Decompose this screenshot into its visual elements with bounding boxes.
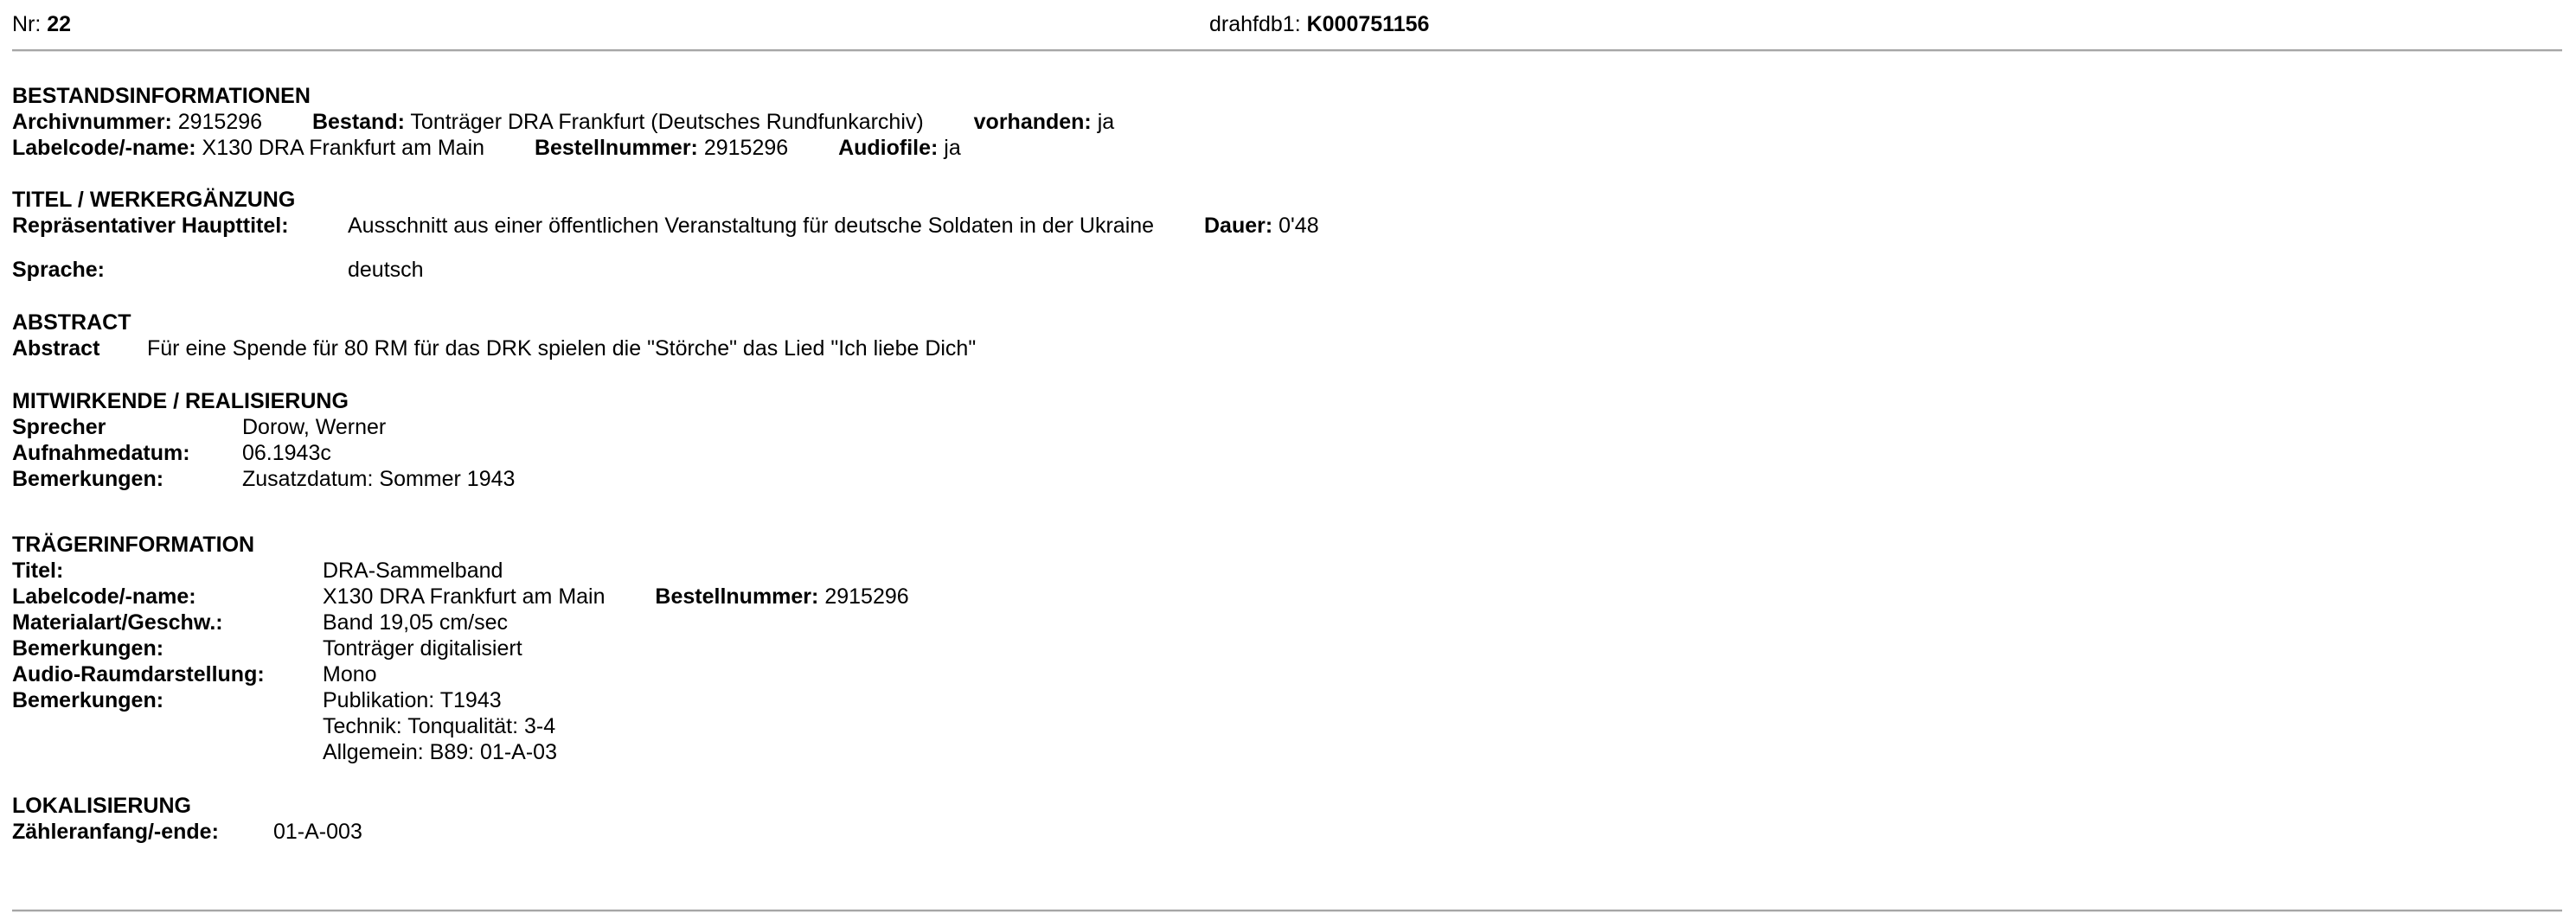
audioraum-label: Audio-Raumdarstellung: — [12, 662, 265, 686]
haupttitel-row: Repräsentativer Haupttitel: Ausschnitt au… — [12, 213, 1319, 239]
db-value: K000751156 — [1306, 12, 1430, 36]
labelcode-value: X130 DRA Frankfurt am Main — [202, 136, 485, 160]
aufnahmedatum-value: 06.1943c — [242, 441, 331, 465]
sprache-value: deutsch — [348, 258, 424, 282]
abstract-value: Für eine Spende für 80 RM für das DRK sp… — [147, 336, 977, 361]
sprache-label: Sprache: — [12, 258, 105, 282]
audioraum-row: Audio-Raumdarstellung: Mono — [12, 661, 377, 687]
traeger-bestellnummer-value: 2915296 — [824, 584, 909, 609]
record-number: Nr: 22 — [12, 11, 71, 37]
section-heading-titel: TITEL / WERKERGÄNZUNG — [12, 188, 296, 212]
archivnummer-label: Archivnummer: — [12, 110, 172, 134]
zaehler-value: 01-A-003 — [273, 820, 362, 844]
sprecher-label: Sprecher — [12, 415, 106, 439]
traeger-labelcode-row: Labelcode/-name: X130 DRA Frankfurt am Ma… — [12, 584, 909, 610]
sprecher-row: Sprecher Dorow, Werner — [12, 414, 386, 440]
material-value: Band 19,05 cm/sec — [323, 610, 509, 635]
traeger-titel-label: Titel: — [12, 559, 64, 583]
abstract-label: Abstract — [12, 336, 100, 361]
aufnahmedatum-label: Aufnahmedatum: — [12, 441, 190, 465]
section-heading-lokalisierung: LOKALISIERUNG — [12, 794, 191, 818]
material-row: Materialart/Geschw.: Band 19,05 cm/sec — [12, 610, 508, 635]
dauer-label: Dauer: — [1203, 214, 1273, 238]
abstract-row: Abstract Für eine Spende für 80 RM für da… — [12, 335, 976, 361]
section-heading-bestand: BESTANDSINFORMATIONEN — [12, 84, 311, 108]
traeger-titel-row: Titel: DRA-Sammelband — [12, 558, 503, 584]
traeger-bemerkungen-1-label: Bemerkungen: — [12, 636, 164, 661]
zaehler-label: Zähleranfang/-ende: — [12, 820, 219, 844]
section-heading-mitwirkende: MITWIRKENDE / REALISIERUNG — [12, 389, 349, 413]
bestand-row-2: Labelcode/-name: X130 DRA Frankfurt am M… — [12, 135, 961, 161]
traeger-labelcode-label: Labelcode/-name: — [12, 584, 196, 609]
sprecher-value: Dorow, Werner — [242, 415, 387, 439]
mitwirkende-bemerkungen-row: Bemerkungen: Zusatzdatum: Sommer 1943 — [12, 466, 515, 492]
audiofile-label: Audiofile: — [838, 136, 939, 160]
dauer-value: 0'48 — [1278, 214, 1319, 238]
mitwirkende-bemerkungen-label: Bemerkungen: — [12, 467, 164, 491]
material-label: Materialart/Geschw.: — [12, 610, 223, 635]
section-heading-abstract: ABSTRACT — [12, 310, 131, 335]
nr-value: 22 — [47, 12, 72, 36]
traeger-bemerkungen-2-values: Publikation: T1943 Technik: Tonqualität:… — [323, 687, 557, 765]
zaehler-row: Zähleranfang/-ende: 01-A-003 — [12, 819, 362, 845]
haupttitel-label: Repräsentativer Haupttitel: — [12, 214, 289, 238]
vorhanden-value: ja — [1097, 110, 1115, 134]
bemerkung-line: Allgemein: B89: 01-A-03 — [323, 740, 557, 764]
vorhanden-label: vorhanden: — [973, 110, 1092, 134]
sprache-row: Sprache: deutsch — [12, 257, 424, 283]
db-label: drahfdb1: — [1209, 12, 1301, 36]
audiofile-value: ja — [944, 136, 961, 160]
bestellnummer-value: 2915296 — [703, 136, 789, 160]
mitwirkende-bemerkungen-value: Zusatzdatum: Sommer 1943 — [242, 467, 516, 491]
bottom-divider — [12, 910, 2562, 912]
traeger-titel-value: DRA-Sammelband — [323, 559, 503, 583]
top-divider — [12, 49, 2562, 52]
labelcode-label: Labelcode/-name: — [12, 136, 196, 160]
traeger-bemerkungen-1-row: Bemerkungen: Tonträger digitalisiert — [12, 635, 522, 661]
bestand-label: Bestand: — [311, 110, 405, 134]
bestellnummer-label: Bestellnummer: — [534, 136, 698, 160]
traeger-bestellnummer-label: Bestellnummer: — [655, 584, 819, 609]
haupttitel-value: Ausschnitt aus einer öffentlichen Verans… — [348, 214, 1155, 238]
bestand-value: Tonträger DRA Frankfurt (Deutsches Rundf… — [410, 110, 924, 134]
traeger-bemerkungen-1-value: Tonträger digitalisiert — [323, 636, 522, 661]
db-id: drahfdb1: K000751156 — [1209, 11, 1429, 37]
traeger-labelcode-value: X130 DRA Frankfurt am Main — [323, 584, 606, 609]
traeger-bemerkungen-2-label: Bemerkungen: — [12, 688, 164, 712]
audioraum-value: Mono — [323, 662, 377, 686]
bemerkung-line: Technik: Tonqualität: 3-4 — [323, 714, 556, 738]
nr-label: Nr: — [12, 12, 42, 36]
traeger-bemerkungen-2-row: Bemerkungen: Publikation: T1943 Technik:… — [12, 687, 557, 765]
section-heading-traeger: TRÄGERINFORMATION — [12, 533, 255, 557]
aufnahmedatum-row: Aufnahmedatum: 06.1943c — [12, 440, 331, 466]
archivnummer-value: 2915296 — [177, 110, 263, 134]
bestand-row-1: Archivnummer: 2915296 Bestand: Tonträger… — [12, 109, 1114, 135]
bemerkung-line: Publikation: T1943 — [323, 688, 502, 712]
